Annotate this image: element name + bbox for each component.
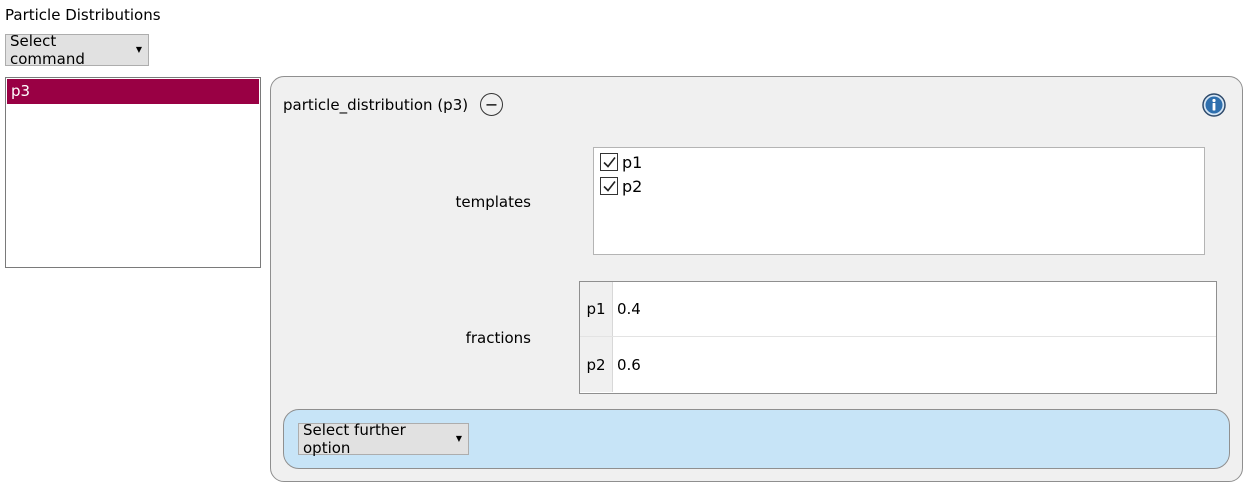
page-title: Particle Distributions	[5, 6, 161, 24]
template-item-label: p1	[622, 152, 643, 172]
object-list[interactable]: p3	[5, 77, 261, 268]
select-command-label: Select command	[10, 32, 85, 68]
template-item-p2[interactable]: p2	[600, 174, 1198, 198]
particle-distribution-panel: particle_distribution (p3) − templates p…	[270, 76, 1243, 482]
table-row: p1 0.4	[580, 282, 1216, 337]
panel-title: particle_distribution (p3)	[283, 95, 469, 114]
templates-label: templates	[455, 193, 531, 211]
panel-header: particle_distribution (p3) −	[283, 93, 504, 116]
select-command-dropdown[interactable]: Select command ▼	[5, 32, 149, 68]
fraction-key: p2	[580, 337, 613, 392]
further-options-box: Select further option ▼	[283, 409, 1230, 469]
select-further-option-label: Select further option	[303, 421, 406, 457]
select-further-option-dropdown[interactable]: Select further option ▼	[298, 421, 469, 457]
checkmark-icon[interactable]	[600, 177, 618, 195]
fraction-key: p1	[580, 282, 613, 336]
fractions-table: p1 0.4 p2 0.6	[579, 281, 1217, 394]
list-item-label: p3	[11, 82, 31, 100]
fractions-label: fractions	[465, 329, 531, 347]
checkmark-icon[interactable]	[600, 153, 618, 171]
caret-down-icon: ▼	[455, 434, 462, 443]
template-item-p1[interactable]: p1	[600, 150, 1198, 174]
particle-distributions-page: Particle Distributions Select command ▼ …	[0, 0, 1251, 491]
minus-circle-icon[interactable]: −	[480, 93, 504, 116]
templates-checklist: p1 p2	[593, 147, 1205, 255]
list-item[interactable]: p3	[7, 79, 259, 104]
fraction-value-input[interactable]: 0.4	[613, 282, 1216, 336]
template-item-label: p2	[622, 176, 643, 196]
table-row: p2 0.6	[580, 337, 1216, 392]
info-icon[interactable]	[1202, 93, 1226, 117]
caret-down-icon: ▼	[135, 45, 142, 54]
fraction-value-input[interactable]: 0.6	[613, 337, 1216, 392]
